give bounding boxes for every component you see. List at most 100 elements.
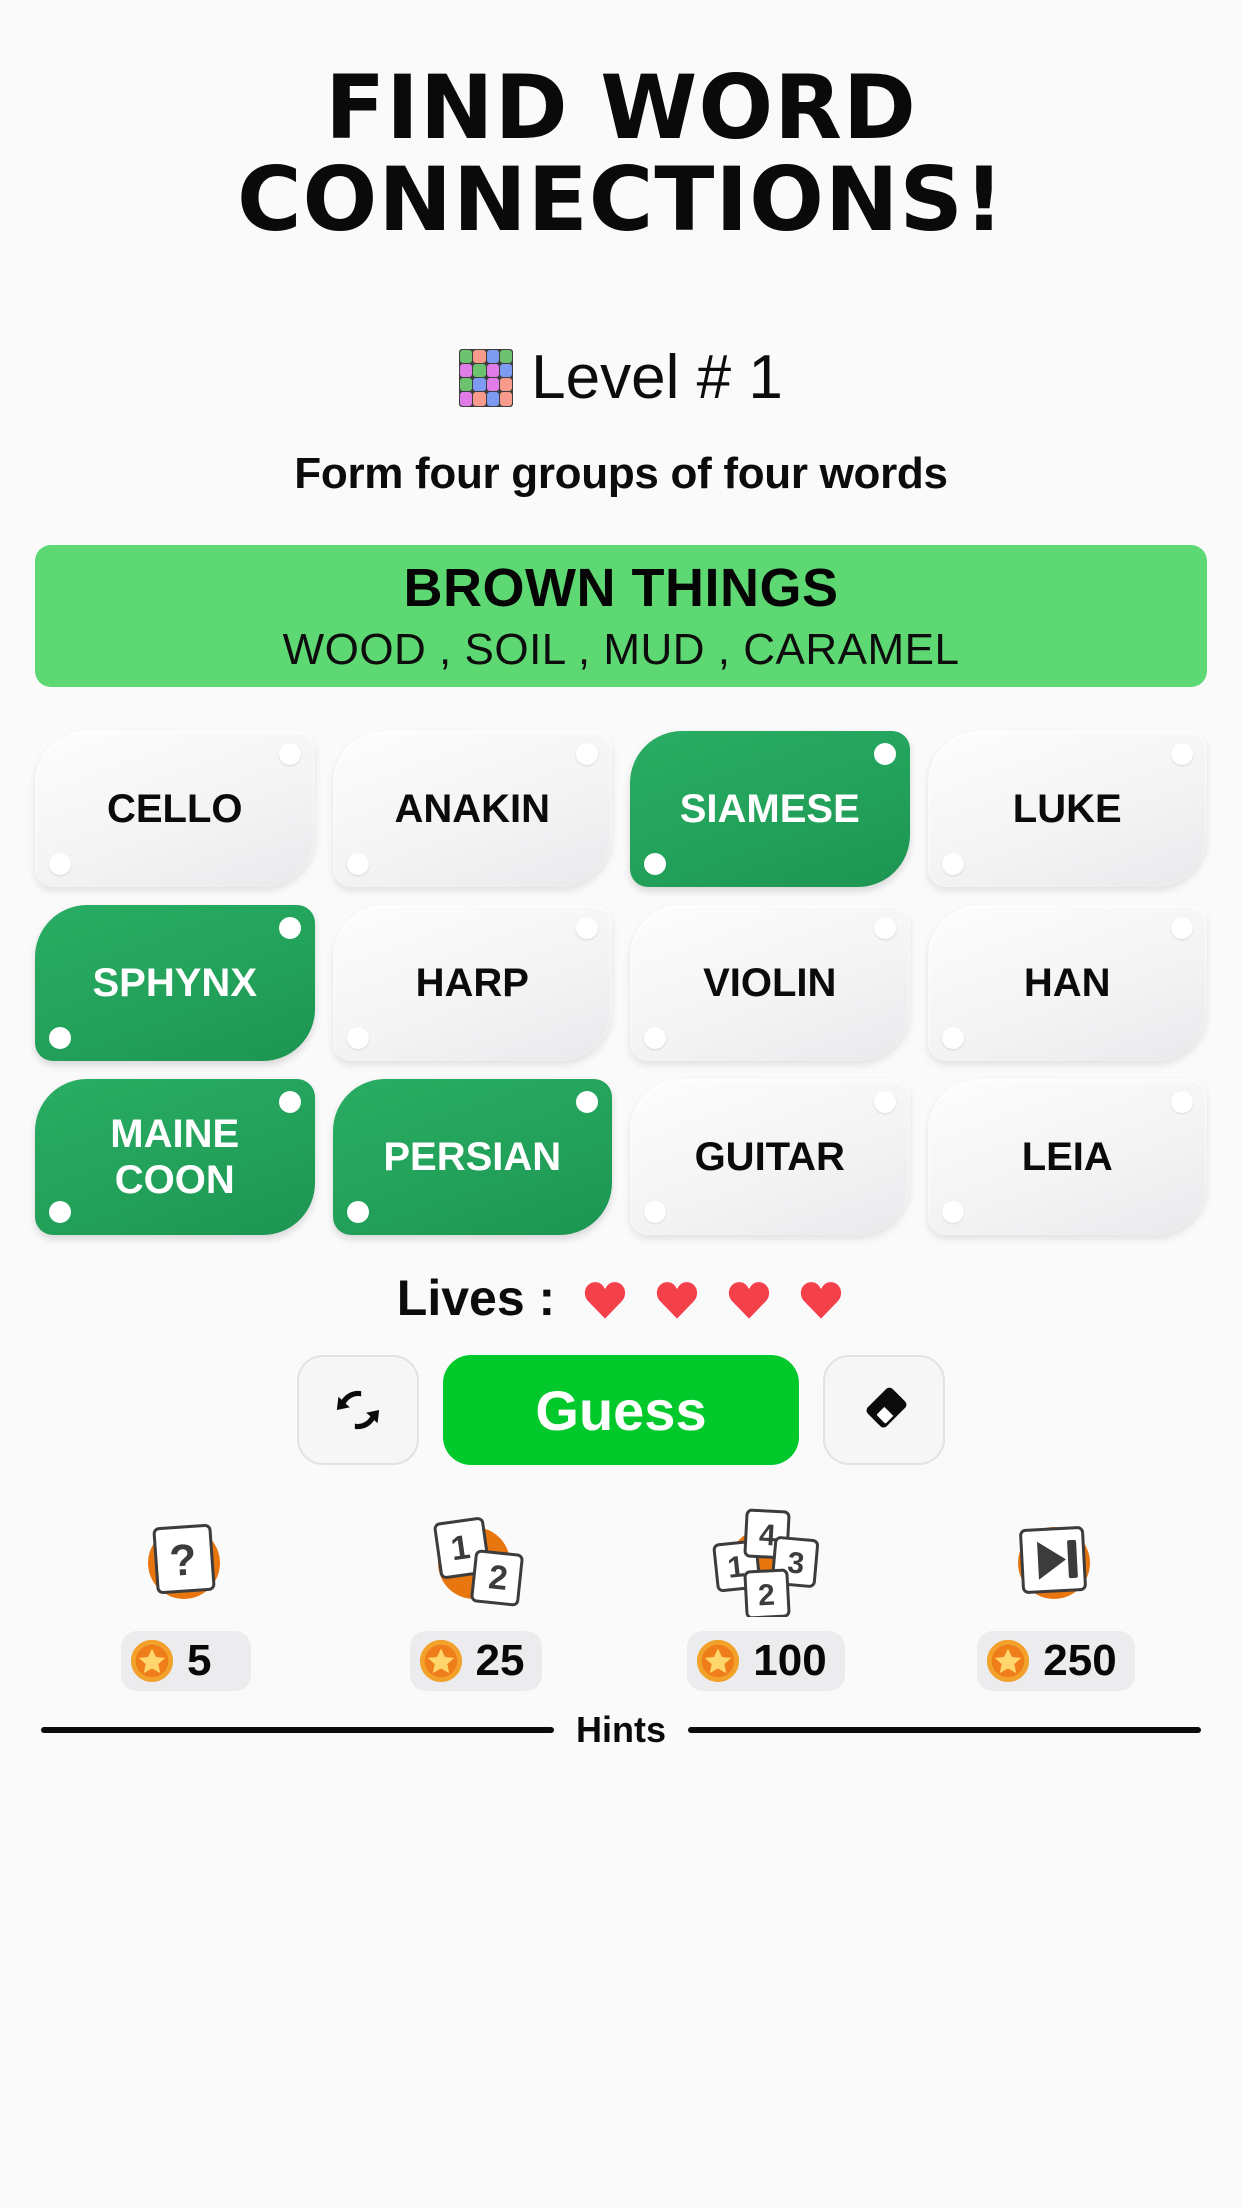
- tile-stud-icon: [278, 743, 301, 765]
- solved-category-title: BROWN THINGS: [403, 558, 839, 618]
- tile-stud-icon: [941, 853, 964, 875]
- tile-stud-icon: [278, 1091, 301, 1113]
- hint-item[interactable]: 1 2 25: [331, 1505, 621, 1691]
- coin-star-icon: [987, 1639, 1030, 1683]
- tile-stud-icon: [576, 917, 598, 939]
- puzzle-grid-icon: [459, 348, 514, 407]
- tile-stud-icon: [941, 1201, 964, 1223]
- solved-category-words: WOOD , SOIL , MUD , CARAMEL: [282, 625, 960, 674]
- eraser-icon: [866, 1387, 907, 1428]
- word-tile-label: LUKE: [1012, 787, 1122, 831]
- coin-star-icon: [130, 1639, 174, 1683]
- page-title: FIND WORD CONNECTIONS!: [0, 62, 1242, 246]
- tile-stud-icon: [873, 917, 896, 939]
- erase-button[interactable]: [823, 1355, 945, 1465]
- lives-hearts: [581, 1275, 845, 1321]
- two-tiles-icon: 12: [433, 1517, 524, 1607]
- hint-cost-value: 25: [475, 1636, 525, 1685]
- actions-row: Guess: [297, 1355, 945, 1465]
- hint-cost-value: 100: [753, 1636, 827, 1685]
- word-tile[interactable]: VIOLIN: [630, 905, 910, 1061]
- hint-icon-wrap: 12: [416, 1505, 536, 1617]
- word-tile[interactable]: LEIA: [927, 1079, 1207, 1235]
- word-tile[interactable]: CELLO: [35, 731, 315, 887]
- tile-stud-icon: [346, 853, 369, 875]
- tile-stud-icon: [576, 743, 598, 765]
- tile-stud-icon: [49, 1027, 71, 1049]
- question-tile-icon: ?: [148, 1523, 220, 1599]
- skip-level-icon: [1018, 1526, 1090, 1599]
- hint-cost-badge: 250: [977, 1631, 1135, 1691]
- word-tile-label: CELLO: [106, 787, 243, 831]
- title-line-2: CONNECTIONS!: [236, 148, 1006, 251]
- tile-stud-icon: [873, 1091, 896, 1113]
- word-tile[interactable]: ANAKIN: [332, 731, 612, 887]
- word-tile[interactable]: SPHYNX: [35, 905, 315, 1061]
- tile-stud-icon: [644, 1201, 666, 1223]
- tile-stud-icon: [644, 853, 666, 875]
- guess-button-label: Guess: [535, 1378, 707, 1442]
- tile-stud-icon: [576, 1091, 598, 1113]
- svg-text:1: 1: [726, 1550, 746, 1585]
- word-tile-label: HARP: [415, 961, 529, 1005]
- tile-stud-icon: [1171, 743, 1193, 765]
- tile-stud-icon: [278, 917, 301, 939]
- tile-stud-icon: [49, 853, 71, 875]
- hint-cost-badge: 5: [121, 1631, 251, 1691]
- guess-button[interactable]: Guess: [443, 1355, 799, 1465]
- word-tile[interactable]: HAN: [927, 905, 1207, 1061]
- heart-icon: [585, 1282, 626, 1319]
- hint-icon-wrap: [996, 1505, 1116, 1617]
- legend-rule-left: [41, 1727, 554, 1733]
- instructions-text: Form four groups of four words: [294, 449, 948, 498]
- hints-section: ? 5 1 2 25 1 4 3 2 100 250 Hints: [41, 1505, 1201, 1751]
- word-tile-label: VIOLIN: [703, 961, 837, 1005]
- level-label: Level # 1: [531, 343, 783, 412]
- word-tile-label: GUITAR: [694, 1135, 845, 1179]
- word-tile-label: SPHYNX: [92, 961, 258, 1005]
- shuffle-button[interactable]: [297, 1355, 419, 1465]
- hint-icon-wrap: 1432: [706, 1505, 826, 1617]
- word-tile[interactable]: LUKE: [927, 731, 1207, 887]
- word-tile-label: ANAKIN: [394, 787, 551, 831]
- solved-category-banner: BROWN THINGS WOOD , SOIL , MUD , CARAMEL: [35, 545, 1207, 687]
- hint-item[interactable]: 250: [911, 1505, 1201, 1691]
- lives-row: Lives :: [397, 1269, 845, 1327]
- word-tile-label: HAN: [1023, 961, 1111, 1005]
- word-tile-label: MAINE COON: [110, 1112, 240, 1202]
- shuffle-icon: [336, 1390, 380, 1430]
- word-tile[interactable]: PERSIAN: [332, 1079, 612, 1235]
- tile-stud-icon: [1171, 917, 1193, 939]
- hint-cost-value: 5: [187, 1636, 212, 1685]
- tile-stud-icon: [1171, 1091, 1193, 1113]
- tile-stud-icon: [873, 743, 896, 765]
- coin-star-icon: [419, 1639, 462, 1683]
- tile-stud-icon: [644, 1027, 666, 1049]
- word-tile[interactable]: GUITAR: [630, 1079, 910, 1235]
- word-tile-label: SIAMESE: [679, 787, 860, 831]
- tile-stud-icon: [346, 1201, 369, 1223]
- word-tile-label: LEIA: [1021, 1135, 1113, 1179]
- tile-stud-icon: [346, 1027, 369, 1049]
- legend-rule-right: [688, 1727, 1201, 1733]
- title-line-1: FIND WORD: [325, 56, 917, 159]
- game-screen: FIND WORD CONNECTIONS! Level # 1 Form fo…: [0, 0, 1242, 2208]
- word-tile[interactable]: MAINE COON: [35, 1079, 315, 1235]
- lives-label: Lives :: [396, 1270, 556, 1326]
- svg-text:3: 3: [786, 1546, 806, 1580]
- coin-star-icon: [697, 1639, 740, 1683]
- hint-cost-value: 250: [1043, 1636, 1117, 1685]
- tile-stud-icon: [941, 1027, 964, 1049]
- hint-item[interactable]: 1 4 3 2 100: [621, 1505, 911, 1691]
- heart-icon: [801, 1282, 842, 1319]
- hints-row: ? 5 1 2 25 1 4 3 2 100 250: [41, 1505, 1201, 1691]
- word-tile[interactable]: SIAMESE: [630, 731, 910, 887]
- hint-cost-badge: 100: [687, 1631, 845, 1691]
- hints-legend: Hints: [41, 1709, 1201, 1751]
- level-row: Level # 1: [459, 342, 783, 413]
- svg-text:2: 2: [487, 1558, 510, 1598]
- heart-icon: [657, 1282, 698, 1319]
- word-tile[interactable]: HARP: [332, 905, 612, 1061]
- hint-cost-badge: 25: [409, 1631, 543, 1691]
- hint-item[interactable]: ? 5: [41, 1505, 331, 1691]
